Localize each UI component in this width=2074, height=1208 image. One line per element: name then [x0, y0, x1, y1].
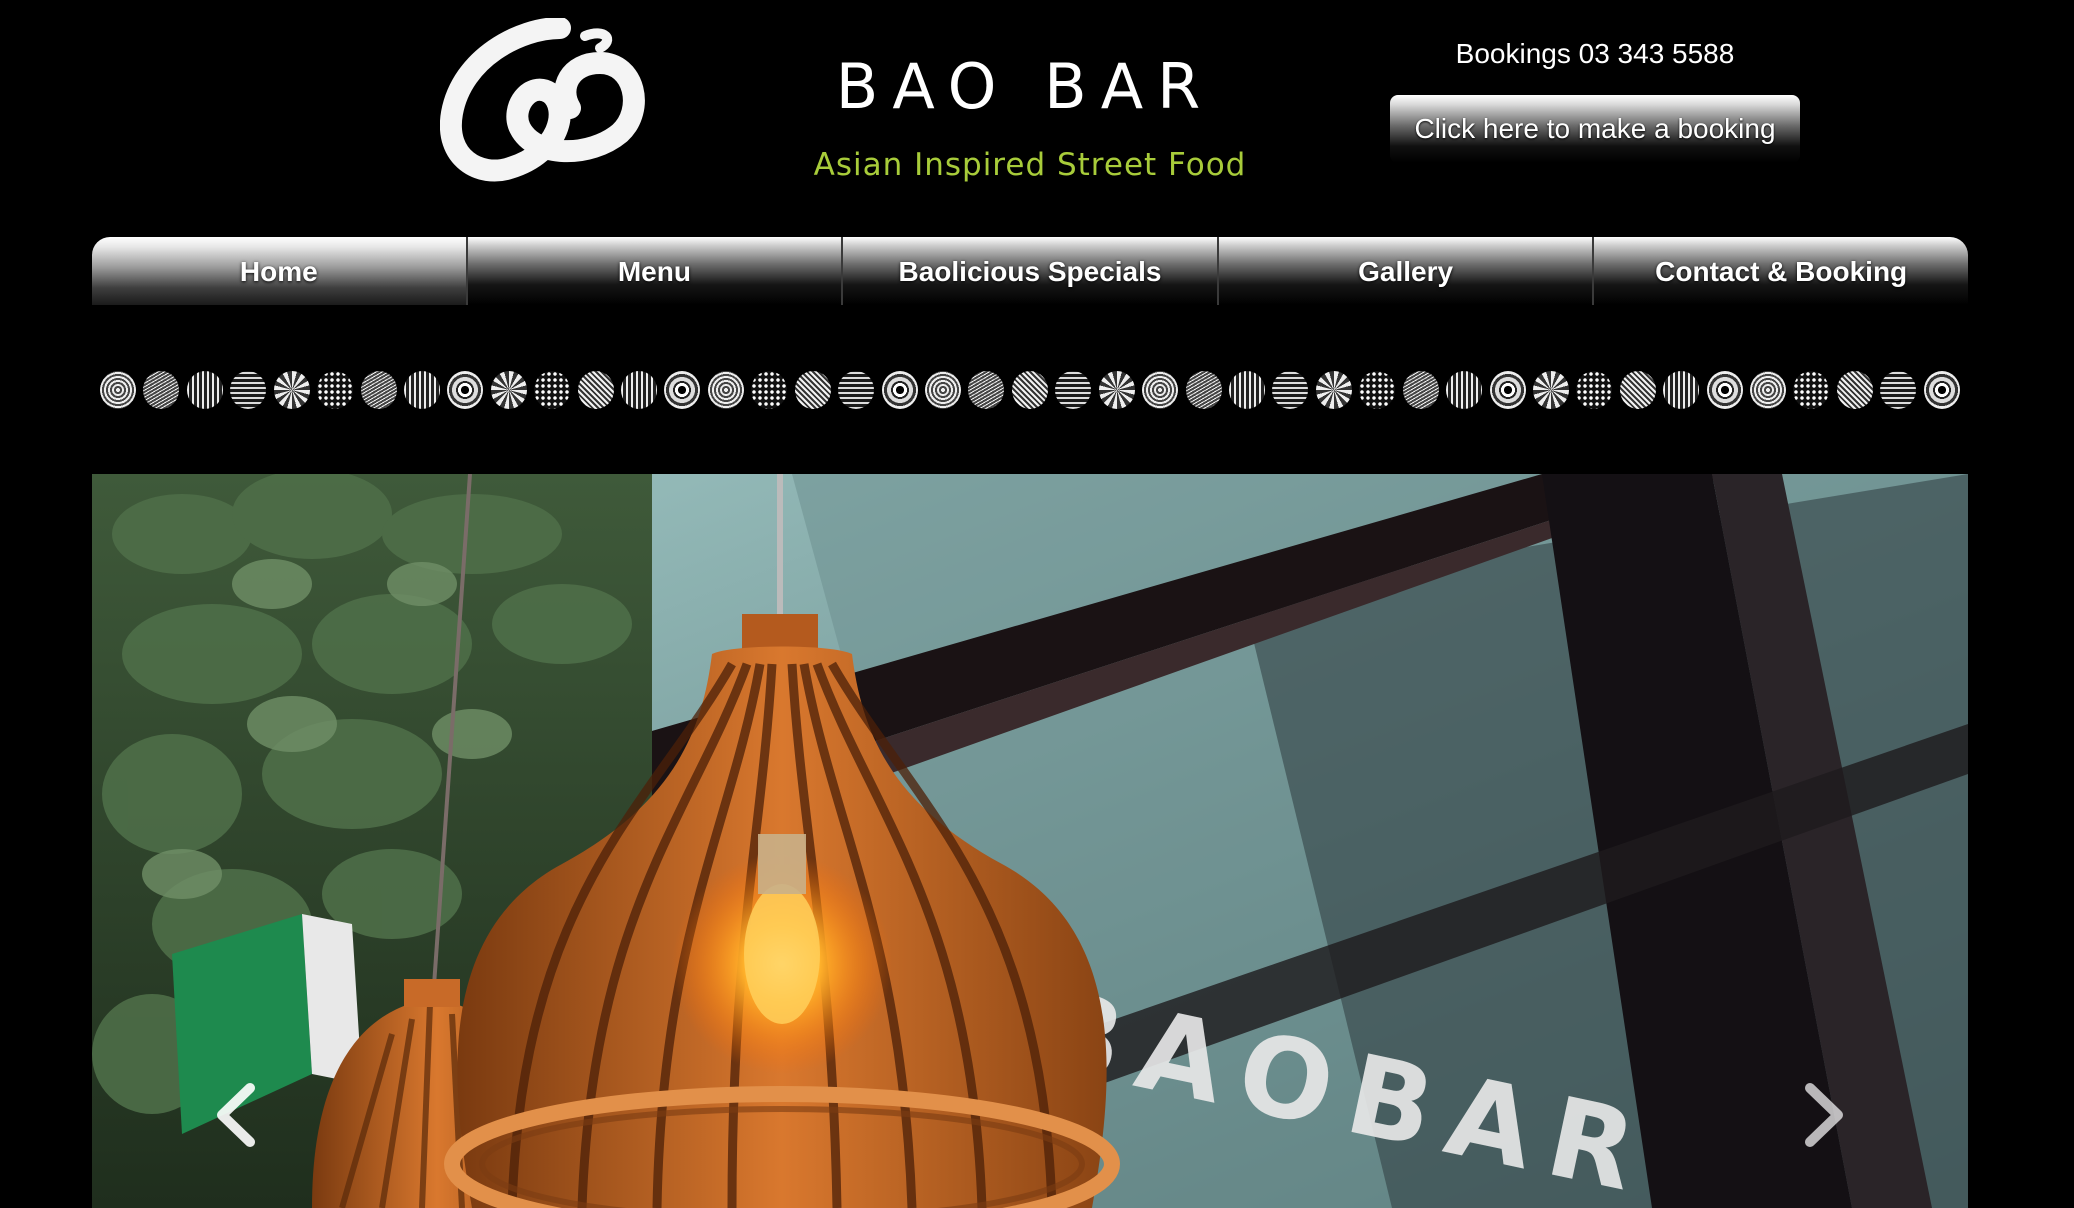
decorative-pattern-dot	[1619, 371, 1656, 409]
decorative-pattern-dot	[1402, 371, 1439, 409]
decorative-pattern-dot	[230, 371, 267, 409]
brand-tagline: Asian Inspired Street Food	[813, 147, 1247, 183]
decorative-pattern-dot	[273, 371, 310, 409]
decorative-pattern-dot	[1359, 371, 1396, 409]
decorative-pattern-dot	[403, 371, 440, 409]
decorative-pattern-dot	[534, 371, 571, 409]
nav-item-menu[interactable]: Menu	[465, 237, 842, 305]
main-nav: Home Menu Baolicious Specials Gallery Co…	[92, 237, 1968, 305]
decorative-pattern-dot	[838, 371, 875, 409]
decorative-pattern-dot	[186, 371, 223, 409]
bookings-phone: Bookings 03 343 5588	[1455, 38, 1735, 69]
decorative-pattern-dot	[621, 371, 658, 409]
decorative-pattern-dot	[1272, 371, 1309, 409]
decorative-dot-strip	[100, 368, 1960, 412]
decorative-pattern-dot	[1706, 371, 1743, 409]
decorative-pattern-dot	[751, 371, 788, 409]
decorative-pattern-dot	[1663, 371, 1700, 409]
brand-title: BAO BAR	[835, 50, 1215, 123]
decorative-pattern-dot	[577, 371, 614, 409]
nav-item-home[interactable]: Home	[92, 237, 466, 305]
nav-item-gallery[interactable]: Gallery	[1216, 237, 1593, 305]
decorative-pattern-dot	[1880, 371, 1917, 409]
decorative-pattern-dot	[664, 371, 701, 409]
decorative-pattern-dot	[794, 371, 831, 409]
decorative-pattern-dot	[1055, 371, 1092, 409]
decorative-pattern-dot	[1446, 371, 1483, 409]
decorative-pattern-dot	[1923, 371, 1960, 409]
decorative-pattern-dot	[143, 371, 180, 409]
decorative-pattern-dot	[1315, 371, 1352, 409]
chevron-right-icon[interactable]	[1792, 1080, 1852, 1150]
decorative-pattern-dot	[1793, 371, 1830, 409]
brush-stroke-logo-icon[interactable]	[440, 18, 650, 188]
decorative-pattern-dot	[1489, 371, 1526, 409]
decorative-pattern-dot	[707, 371, 744, 409]
decorative-pattern-dot	[1836, 371, 1873, 409]
make-booking-button[interactable]: Click here to make a booking	[1390, 95, 1800, 163]
decorative-pattern-dot	[1750, 371, 1787, 409]
page: BAO BAR Asian Inspired Street Food Booki…	[0, 0, 2074, 1208]
decorative-pattern-dot	[317, 371, 354, 409]
decorative-pattern-dot	[968, 371, 1005, 409]
decorative-pattern-dot	[360, 371, 397, 409]
decorative-pattern-dot	[925, 371, 962, 409]
hero-photo: BAOBAR	[92, 474, 1968, 1208]
nav-item-contact-booking[interactable]: Contact & Booking	[1592, 237, 1968, 305]
decorative-pattern-dot	[1185, 371, 1222, 409]
nav-item-baolicious-specials[interactable]: Baolicious Specials	[841, 237, 1217, 305]
chevron-left-icon[interactable]	[208, 1080, 268, 1150]
decorative-pattern-dot	[881, 371, 918, 409]
decorative-pattern-dot	[447, 371, 484, 409]
decorative-pattern-dot	[1098, 371, 1135, 409]
decorative-pattern-dot	[1532, 371, 1569, 409]
decorative-pattern-dot	[490, 371, 527, 409]
decorative-pattern-dot	[1011, 371, 1048, 409]
decorative-pattern-dot	[100, 371, 136, 409]
hero-slideshow: BAOBAR	[92, 474, 1968, 1208]
decorative-pattern-dot	[1576, 371, 1613, 409]
decorative-pattern-dot	[1228, 371, 1265, 409]
decorative-pattern-dot	[1142, 371, 1179, 409]
